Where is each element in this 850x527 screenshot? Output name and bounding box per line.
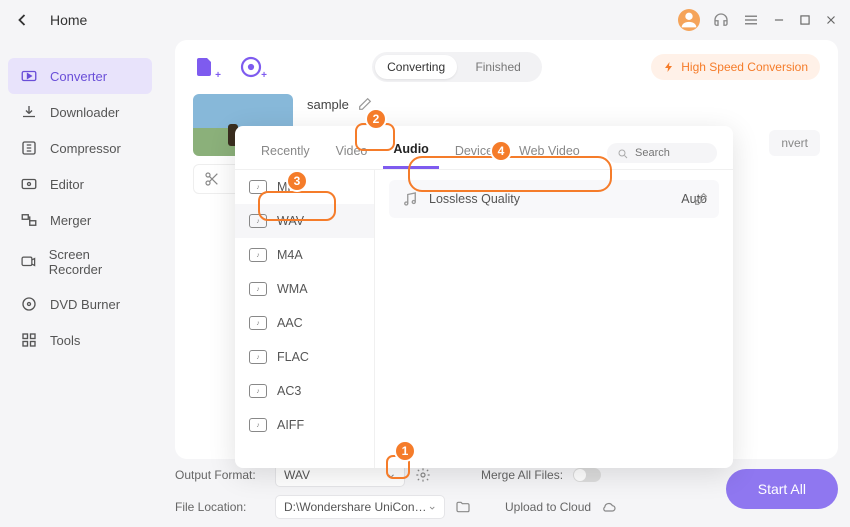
plus-icon: + <box>261 70 267 81</box>
callout-3: 3 <box>286 170 308 192</box>
dd-tab-recently[interactable]: Recently <box>251 138 320 168</box>
quality-label: Lossless Quality <box>429 192 520 206</box>
format-icon: ♪ <box>249 350 267 364</box>
titlebar: Home <box>0 0 850 40</box>
downloader-icon <box>20 103 38 121</box>
callout-1: 1 <box>394 440 416 462</box>
back-button[interactable] <box>12 10 32 30</box>
settings-icon[interactable] <box>415 467 431 483</box>
chevron-down-icon <box>428 502 436 512</box>
edit-quality-icon[interactable] <box>693 191 709 207</box>
sidebar-label: Screen Recorder <box>49 247 140 277</box>
segmented-control: Converting Finished <box>372 52 542 82</box>
hsc-label: High Speed Conversion <box>681 60 808 74</box>
trim-icon[interactable] <box>204 171 220 187</box>
converter-icon <box>20 67 38 85</box>
tools-icon <box>20 331 38 349</box>
dvd-icon <box>20 295 38 313</box>
search-input[interactable] <box>635 147 705 159</box>
convert-button-partial[interactable]: nvert <box>769 130 820 156</box>
tab-converting[interactable]: Converting <box>375 55 457 79</box>
sidebar: Converter Downloader Compressor Editor M… <box>0 40 160 527</box>
menu-icon[interactable] <box>742 11 760 29</box>
sidebar-label: Compressor <box>50 141 121 156</box>
dropdown-tabs: Recently Video Audio Device Web Video <box>235 126 733 170</box>
upload-cloud-label: Upload to Cloud <box>505 500 591 514</box>
quality-panel: Lossless Quality Auto <box>375 170 733 468</box>
start-all-button[interactable]: Start All <box>726 469 838 509</box>
cloud-icon[interactable] <box>601 499 617 515</box>
minimize-button[interactable] <box>772 13 786 27</box>
sidebar-item-dvd-burner[interactable]: DVD Burner <box>0 286 160 322</box>
format-item-m4a[interactable]: ♪M4A <box>235 238 374 272</box>
format-item-flac[interactable]: ♪FLAC <box>235 340 374 374</box>
format-icon: ♪ <box>249 248 267 262</box>
sidebar-item-tools[interactable]: Tools <box>0 322 160 358</box>
sidebar-label: Editor <box>50 177 84 192</box>
support-icon[interactable] <box>712 11 730 29</box>
sidebar-label: Merger <box>50 213 91 228</box>
format-item-aiff[interactable]: ♪AIFF <box>235 408 374 442</box>
main-panel: + + Converting Finished High Speed Conve… <box>175 40 838 459</box>
format-item-wma[interactable]: ♪WMA <box>235 272 374 306</box>
sidebar-item-editor[interactable]: Editor <box>0 166 160 202</box>
format-icon: ♪ <box>249 384 267 398</box>
callout-2: 2 <box>365 108 387 130</box>
sidebar-item-screen-recorder[interactable]: Screen Recorder <box>0 238 160 286</box>
format-icon: ♪ <box>249 418 267 432</box>
sidebar-item-converter[interactable]: Converter <box>8 58 152 94</box>
callout-4: 4 <box>490 140 512 162</box>
search-icon <box>617 147 629 159</box>
toolbar: + + Converting Finished High Speed Conve… <box>193 52 820 82</box>
file-location-select[interactable]: D:\Wondershare UniConverter 1 <box>275 495 445 519</box>
plus-icon: + <box>215 70 221 81</box>
user-avatar[interactable] <box>678 9 700 31</box>
folder-icon[interactable] <box>455 499 471 515</box>
add-file-button[interactable]: + <box>193 55 217 79</box>
merge-toggle[interactable] <box>573 468 601 482</box>
music-note-icon <box>401 190 419 208</box>
format-item-aac[interactable]: ♪AAC <box>235 306 374 340</box>
sidebar-label: Tools <box>50 333 80 348</box>
format-icon: ♪ <box>249 282 267 296</box>
dd-tab-video[interactable]: Video <box>326 138 378 168</box>
tab-finished[interactable]: Finished <box>457 55 539 79</box>
close-button[interactable] <box>824 13 838 27</box>
editor-icon <box>20 175 38 193</box>
output-format-label: Output Format: <box>175 468 265 482</box>
sidebar-label: Downloader <box>50 105 119 120</box>
format-icon: ♪ <box>249 180 267 194</box>
quality-option[interactable]: Lossless Quality Auto <box>389 180 719 218</box>
format-icon: ♪ <box>249 316 267 330</box>
page-title: Home <box>50 12 87 28</box>
sidebar-item-merger[interactable]: Merger <box>0 202 160 238</box>
recorder-icon <box>20 253 37 271</box>
format-search[interactable] <box>607 143 717 163</box>
dd-tab-audio[interactable]: Audio <box>383 136 438 169</box>
bolt-icon <box>663 60 675 74</box>
filename: sample <box>307 96 373 112</box>
sidebar-label: DVD Burner <box>50 297 120 312</box>
sidebar-label: Converter <box>50 69 107 84</box>
dd-tab-web[interactable]: Web Video <box>509 138 590 168</box>
file-location-label: File Location: <box>175 500 265 514</box>
merge-label: Merge All Files: <box>481 468 563 482</box>
sidebar-item-downloader[interactable]: Downloader <box>0 94 160 130</box>
format-item-ac3[interactable]: ♪AC3 <box>235 374 374 408</box>
high-speed-badge[interactable]: High Speed Conversion <box>651 54 820 80</box>
format-icon: ♪ <box>249 214 267 228</box>
add-dvd-button[interactable]: + <box>239 55 263 79</box>
chevron-down-icon <box>386 470 396 480</box>
merger-icon <box>20 211 38 229</box>
sidebar-item-compressor[interactable]: Compressor <box>0 130 160 166</box>
format-list: ♪MP3 ♪WAV ♪M4A ♪WMA ♪AAC ♪FLAC ♪AC3 ♪AIF… <box>235 170 375 468</box>
maximize-button[interactable] <box>798 13 812 27</box>
compressor-icon <box>20 139 38 157</box>
format-dropdown: Recently Video Audio Device Web Video ♪M… <box>235 126 733 468</box>
format-item-wav[interactable]: ♪WAV <box>235 204 374 238</box>
